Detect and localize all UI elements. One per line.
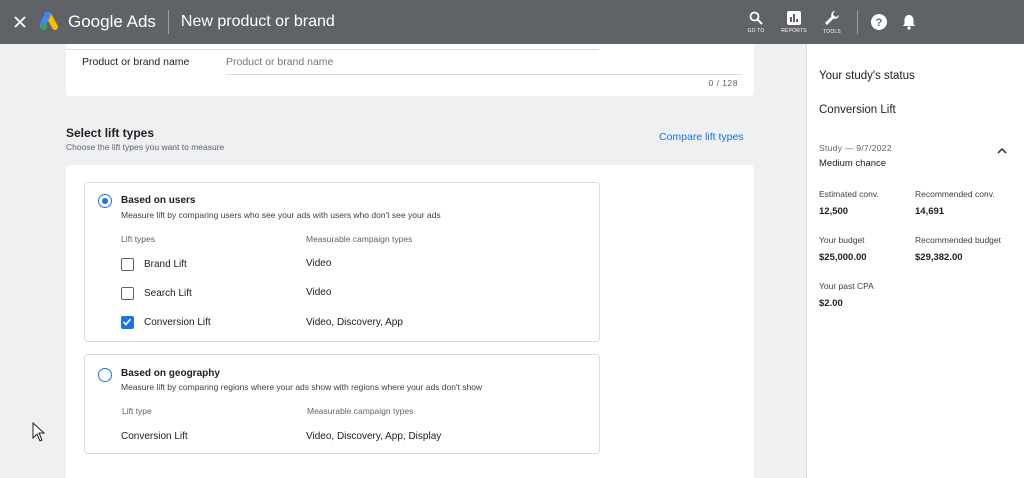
top-app-bar: Google Ads New product or brand GO TO RE… xyxy=(0,0,1024,44)
conversion-lift-label: Conversion Lift xyxy=(144,317,211,328)
char-count: 0 / 128 xyxy=(708,78,738,88)
section-subtitle: Choose the lift types you want to measur… xyxy=(66,142,225,152)
estimated-conv-value: 12,500 xyxy=(819,206,849,217)
users-col-lift-types: Lift types xyxy=(121,234,156,244)
goto-label: GO TO xyxy=(747,27,765,34)
geo-radio[interactable] xyxy=(98,368,112,382)
reports-icon xyxy=(787,10,801,25)
brand-lift-checkbox[interactable] xyxy=(121,258,134,271)
svg-text:?: ? xyxy=(876,17,883,29)
users-description: Measure lift by comparing users who see … xyxy=(121,210,441,220)
recommended-budget-value: $29,382.00 xyxy=(915,252,963,263)
compare-lift-types-link[interactable]: Compare lift types xyxy=(659,131,744,143)
help-button[interactable]: ? xyxy=(864,0,894,44)
study-date: Study — 9/7/2022 xyxy=(819,143,892,153)
geo-title: Based on geography xyxy=(121,368,220,379)
reports-label: REPORTS xyxy=(781,27,807,34)
close-button[interactable] xyxy=(0,0,40,44)
geo-conversion-lift-label: Conversion Lift xyxy=(121,431,188,442)
card-top-divider xyxy=(66,49,599,50)
actions-divider xyxy=(857,10,858,34)
bell-icon xyxy=(903,15,915,30)
past-cpa-label: Your past CPA xyxy=(819,281,874,291)
wrench-icon xyxy=(825,10,839,25)
google-ads-logo: Google Ads xyxy=(40,12,156,32)
mouse-pointer-icon xyxy=(32,422,46,442)
page-title: New product or brand xyxy=(180,13,335,30)
users-title: Based on users xyxy=(121,195,196,206)
brand-lift-campaigns: Video xyxy=(306,258,332,269)
section-title: Select lift types xyxy=(66,126,155,140)
reports-button[interactable]: REPORTS xyxy=(775,0,813,44)
budget-value: $25,000.00 xyxy=(819,252,867,263)
checkmark-icon xyxy=(122,318,132,326)
brand-name: Google Ads xyxy=(68,12,156,31)
product-name-label: Product or brand name xyxy=(82,56,190,68)
brand-lift-label: Brand Lift xyxy=(144,259,187,270)
geo-col-lift-type: Lift type xyxy=(122,406,152,416)
tools-label: TOOLS xyxy=(823,28,841,35)
budget-label: Your budget xyxy=(819,235,865,245)
past-cpa-value: $2.00 xyxy=(819,298,843,309)
users-radio[interactable] xyxy=(98,194,112,208)
product-name-underline xyxy=(226,74,742,75)
goto-button[interactable]: GO TO xyxy=(737,0,775,44)
status-title: Your study's status xyxy=(819,70,915,82)
recommended-conv-value: 14,691 xyxy=(915,206,945,217)
study-chance: Medium chance xyxy=(819,158,887,169)
top-actions: GO TO REPORTS TOOLS ? xyxy=(737,0,1024,44)
study-status-panel: Your study's status Conversion Lift Stud… xyxy=(806,44,1024,478)
title-divider xyxy=(167,10,169,34)
status-lift-type: Conversion Lift xyxy=(819,104,896,116)
google-ads-logo-icon xyxy=(40,12,58,31)
help-icon: ? xyxy=(871,14,887,30)
users-col-campaign-types: Measurable campaign types xyxy=(306,234,413,244)
recommended-conv-label: Recommended conv. xyxy=(915,189,995,199)
notifications-button[interactable] xyxy=(894,0,924,44)
product-name-card: Product or brand name 0 / 128 xyxy=(66,44,754,96)
close-icon xyxy=(14,16,26,28)
main-content: Product or brand name 0 / 128 Select lif… xyxy=(0,44,806,478)
conversion-lift-campaigns: Video, Discovery, App xyxy=(306,317,403,328)
estimated-conv-label: Estimated conv. xyxy=(819,189,879,199)
recommended-budget-label: Recommended budget xyxy=(915,235,1002,245)
search-lift-campaigns: Video xyxy=(306,287,332,298)
search-lift-label: Search Lift xyxy=(144,288,192,299)
option-based-on-geography[interactable]: Based on geography Measure lift by compa… xyxy=(84,354,600,454)
product-name-input[interactable] xyxy=(226,56,754,68)
option-based-on-users[interactable]: Based on users Measure lift by comparing… xyxy=(84,182,600,342)
search-lift-checkbox[interactable] xyxy=(121,287,134,300)
geo-description: Measure lift by comparing regions where … xyxy=(121,382,483,392)
chevron-up-icon[interactable] xyxy=(996,145,1008,157)
geo-col-campaign-types: Measurable campaign types xyxy=(307,406,414,416)
tools-button[interactable]: TOOLS xyxy=(813,0,851,44)
search-icon xyxy=(749,11,763,25)
conversion-lift-checkbox[interactable] xyxy=(121,316,134,329)
geo-conversion-lift-campaigns: Video, Discovery, App, Display xyxy=(306,431,442,442)
lift-types-card: Based on users Measure lift by comparing… xyxy=(66,165,754,478)
